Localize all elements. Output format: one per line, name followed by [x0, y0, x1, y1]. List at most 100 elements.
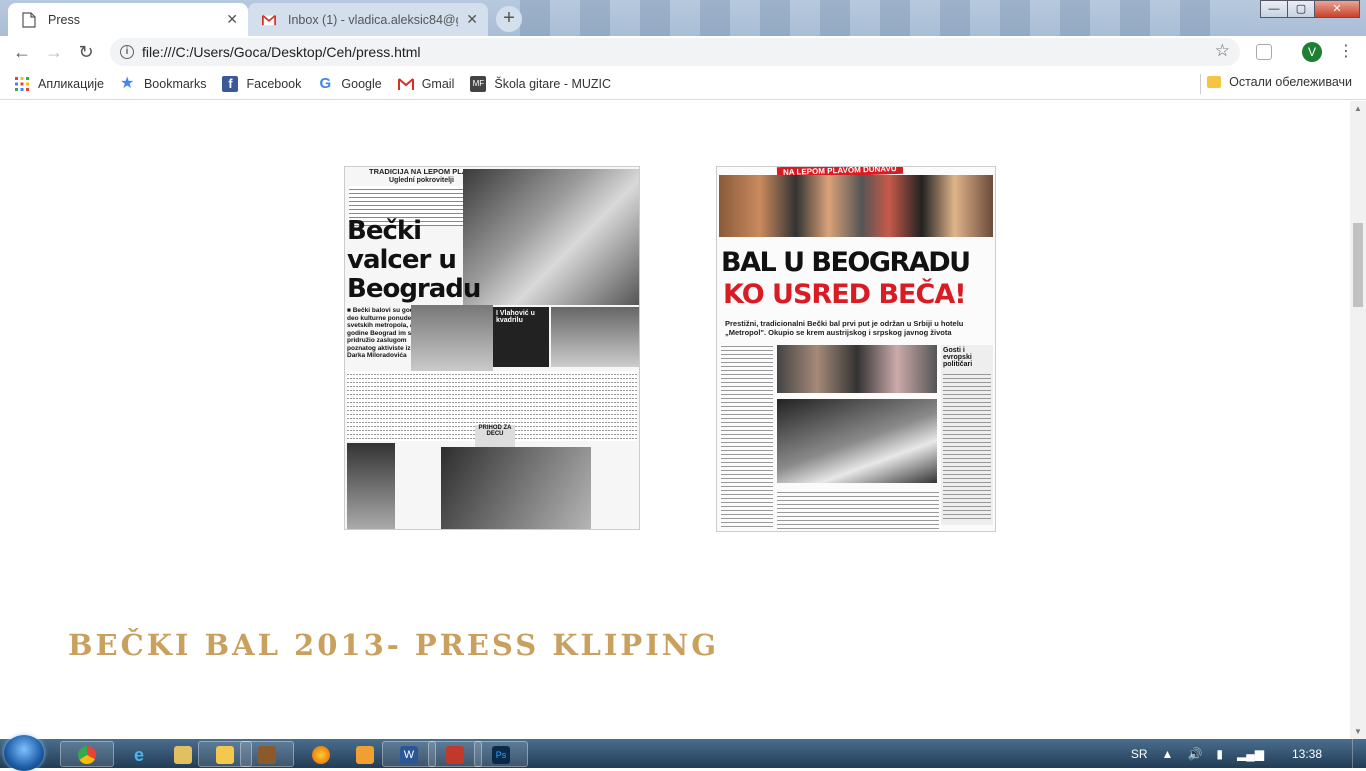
acrobat-icon [446, 746, 464, 764]
clip1-photo-men [347, 443, 395, 529]
clip1-box2: PRIHOD ZA DECU [475, 425, 515, 449]
mf-icon: MF [470, 75, 487, 92]
press-clipping-1[interactable]: TRADICIJA NA LEPOM PLAVOM DUNAVU Uglední… [344, 166, 640, 530]
sidebar-text [943, 371, 991, 521]
extension-icon[interactable] [1256, 44, 1272, 60]
network-icon[interactable]: ▂▄▆ [1237, 747, 1264, 761]
clip1-headline: Bečki valcer u Beogradu [347, 216, 481, 304]
bookmarks-bar: Апликације ★ Bookmarks f Facebook G Goog… [0, 68, 1366, 100]
bookmark-label: Škola gitare - MUZIC [494, 76, 612, 91]
clip1-photo-bottom [441, 447, 591, 529]
clip1-photo-dancers [463, 169, 639, 305]
press-clipping-2[interactable]: NA LEPOM PLAVOM DUNAVU BAL U BEOGRADU KO… [716, 166, 996, 532]
taskbar-chrome[interactable] [60, 741, 114, 767]
start-button[interactable] [4, 735, 44, 771]
clip2-deck: Prestižni, tradicionalni Bečki bal prvi … [725, 319, 964, 337]
bookmarks-separator [1200, 74, 1201, 94]
bookmark-google[interactable]: G Google [317, 74, 382, 92]
clip2-headline-bottom: KO USRED BEČA! [723, 279, 967, 310]
forward-icon[interactable]: → [44, 42, 64, 62]
clock[interactable]: 13:38 [1292, 747, 1322, 761]
bookmark-label: Bookmarks [143, 76, 207, 91]
tray-arrow-icon[interactable]: ▲ [1162, 747, 1174, 761]
power-icon[interactable]: ▮ [1216, 747, 1223, 761]
headline-line: Bečki [347, 216, 422, 246]
tab-strip: Press ✕ Inbox (1) - vladica.aleksic84@gm… [0, 0, 1366, 36]
language-indicator[interactable]: SR [1131, 747, 1148, 761]
word-icon: W [400, 746, 418, 764]
chrome-icon [78, 746, 96, 764]
minimize-button[interactable]: — [1260, 0, 1288, 18]
taskbar-app-5[interactable] [240, 741, 294, 767]
bookmark-label: Facebook [246, 76, 302, 91]
archive-icon [258, 746, 276, 764]
bookmark-facebook[interactable]: f Facebook [222, 75, 302, 92]
tab-press[interactable]: Press ✕ [8, 3, 248, 36]
info-icon[interactable]: i [120, 45, 134, 59]
menu-icon[interactable]: ⋮ [1338, 42, 1354, 62]
clip2-bottom-text [777, 489, 939, 529]
section-title: BEČKI BAL 2013- PRESS KLIPING [68, 628, 720, 662]
tab-title: Press [48, 12, 80, 27]
gmail-icon [397, 77, 414, 90]
clip2-headline-top: BAL U BEOGRADU [721, 247, 971, 278]
headline-line: valcer u [347, 245, 457, 275]
bookmark-bookmarks[interactable]: ★ Bookmarks [119, 74, 207, 92]
other-bookmarks[interactable]: Остали обележивачи [1207, 75, 1352, 89]
browser-toolbar: ← → ↻ i file:///C:/Users/Goca/Desktop/Ce… [0, 36, 1366, 68]
window-controls: — ▢ ✕ [1260, 0, 1360, 18]
scroll-up-icon[interactable]: ▲ [1354, 104, 1362, 113]
other-bookmarks-label: Остали обележивачи [1229, 75, 1352, 89]
clip1-photo-couple [411, 305, 493, 375]
sidebar-title: Gosti i evropski političari [943, 347, 973, 368]
reload-icon[interactable]: ↻ [76, 42, 96, 62]
back-icon[interactable]: ← [12, 42, 32, 62]
headline-line: Beogradu [347, 274, 481, 304]
maximize-button[interactable]: ▢ [1287, 0, 1315, 18]
box2-title: PRIHOD ZA DECU [478, 425, 512, 437]
clip1-photo-group [551, 307, 639, 367]
system-tray: SR ▲ 🔊 ▮ ▂▄▆ 13:38 [1131, 739, 1366, 768]
clip2-photo-guests [777, 345, 937, 393]
bookmark-gmail[interactable]: Gmail [397, 76, 455, 92]
bookmark-label: Gmail [421, 76, 455, 91]
scrollbar-thumb[interactable] [1353, 223, 1363, 307]
tab-title: Inbox (1) - vladica.aleksic84@gm [288, 12, 458, 27]
bookmark-star-icon[interactable]: ☆ [1215, 41, 1230, 61]
profile-avatar[interactable]: V [1302, 42, 1322, 62]
windows-taskbar: e W Ps SR ▲ 🔊 ▮ ▂▄▆ 13:38 [0, 735, 1366, 771]
bookmark-apps[interactable]: Апликације [14, 76, 104, 92]
firefox-icon [312, 746, 330, 764]
close-tab-icon[interactable]: ✕ [226, 11, 238, 28]
media-player-icon [356, 746, 374, 764]
box-title: I Vlahović u kvadrilu [496, 310, 535, 324]
vertical-scrollbar[interactable]: ▲ ▼ [1350, 101, 1366, 739]
url-text: file:///C:/Users/Goca/Desktop/Ceh/press.… [142, 44, 421, 60]
address-bar[interactable]: i file:///C:/Users/Goca/Desktop/Ceh/pres… [110, 38, 1240, 66]
page-viewport: TRADICIJA NA LEPOM PLAVOM DUNAVU Uglední… [0, 101, 1350, 739]
photoshop-icon: Ps [492, 746, 510, 764]
close-window-button[interactable]: ✕ [1314, 0, 1360, 18]
blurred-background [520, 0, 1236, 36]
bookmark-label: Google [341, 76, 382, 91]
facebook-icon: f [222, 75, 239, 92]
scroll-down-icon[interactable]: ▼ [1354, 727, 1362, 736]
clip2-col-text [721, 343, 773, 529]
star-icon: ★ [119, 74, 135, 92]
bookmark-label: Апликације [38, 76, 104, 91]
gmail-icon [262, 14, 276, 26]
clip1-subkicker: Uglední pokrovitelji [389, 177, 454, 184]
close-tab-icon[interactable]: ✕ [466, 11, 478, 28]
bookmark-skola-gitare[interactable]: MF Škola gitare - MUZIC [470, 75, 612, 92]
show-desktop-button[interactable] [1352, 739, 1366, 768]
google-icon: G [319, 74, 332, 92]
tool-icon [174, 746, 192, 764]
tab-gmail[interactable]: Inbox (1) - vladica.aleksic84@gm ✕ [248, 3, 488, 36]
taskbar-photoshop[interactable]: Ps [474, 741, 528, 767]
internet-explorer-icon: e [134, 745, 145, 765]
document-icon [22, 12, 36, 28]
clip2-photo-ball [777, 399, 937, 483]
volume-icon[interactable]: 🔊 [1187, 747, 1202, 761]
new-tab-button[interactable]: + [496, 6, 522, 32]
clip2-sidebar: Gosti i evropski političari [941, 345, 993, 525]
